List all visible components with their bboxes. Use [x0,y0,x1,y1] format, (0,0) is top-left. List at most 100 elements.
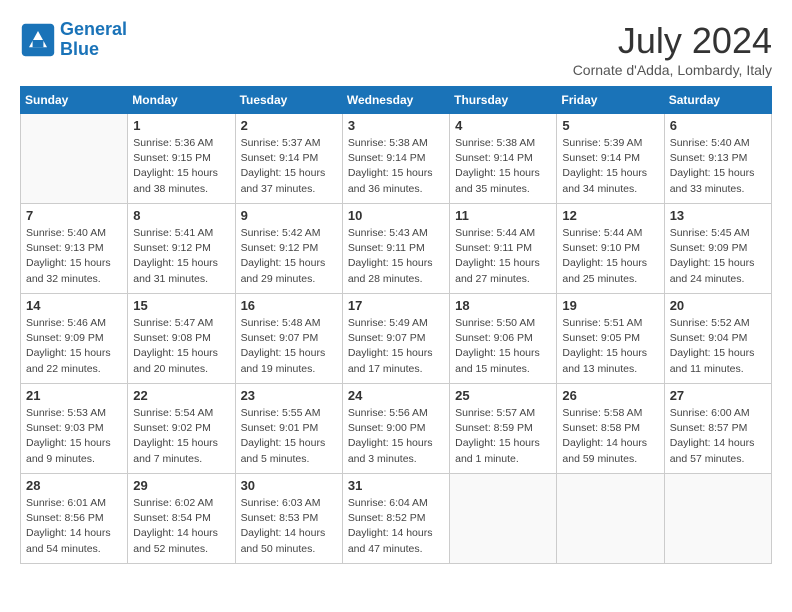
calendar-week-row: 14 Sunrise: 5:46 AMSunset: 9:09 PMDayligh… [21,294,772,384]
logo-text: General Blue [60,20,127,60]
day-number: 9 [241,208,337,223]
calendar-cell [21,114,128,204]
calendar-cell: 5 Sunrise: 5:39 AMSunset: 9:14 PMDaylight… [557,114,664,204]
calendar-cell: 25 Sunrise: 5:57 AMSunset: 8:59 PMDayligh… [450,384,557,474]
weekday-header: Wednesday [342,87,449,114]
calendar-cell: 28Sunrise: 6:01 AMSunset: 8:56 PMDayligh… [21,474,128,564]
calendar-cell: 15Sunrise: 5:47 AMSunset: 9:08 PMDayligh… [128,294,235,384]
day-info: Sunrise: 5:41 AMSunset: 9:12 PMDaylight:… [133,226,229,287]
calendar-cell: 20 Sunrise: 5:52 AMSunset: 9:04 PMDayligh… [664,294,771,384]
day-info: Sunrise: 5:55 AMSunset: 9:01 PMDaylight:… [241,406,337,467]
calendar-cell: 12Sunrise: 5:44 AMSunset: 9:10 PMDayligh… [557,204,664,294]
weekday-header: Thursday [450,87,557,114]
calendar-cell: 21 Sunrise: 5:53 AMSunset: 9:03 PMDayligh… [21,384,128,474]
calendar-cell: 6Sunrise: 5:40 AMSunset: 9:13 PMDaylight… [664,114,771,204]
logo: General Blue [20,20,127,60]
weekday-header: Friday [557,87,664,114]
day-info: Sunrise: 5:46 AMSunset: 9:09 PMDaylight:… [26,316,122,377]
day-number: 18 [455,298,551,313]
calendar-week-row: 21 Sunrise: 5:53 AMSunset: 9:03 PMDayligh… [21,384,772,474]
day-number: 3 [348,118,444,133]
day-info: Sunrise: 5:39 AMSunset: 9:14 PMDaylight:… [562,136,658,197]
day-info: Sunrise: 5:54 AMSunset: 9:02 PMDaylight:… [133,406,229,467]
day-info: Sunrise: 5:52 AMSunset: 9:04 PMDaylight:… [670,316,766,377]
day-number: 17 [348,298,444,313]
calendar-cell: 18 Sunrise: 5:50 AMSunset: 9:06 PMDayligh… [450,294,557,384]
day-info: Sunrise: 5:47 AMSunset: 9:08 PMDaylight:… [133,316,229,377]
calendar-cell: 11 Sunrise: 5:44 AMSunset: 9:11 PMDayligh… [450,204,557,294]
day-number: 20 [670,298,766,313]
calendar-cell: 8 Sunrise: 5:41 AMSunset: 9:12 PMDaylight… [128,204,235,294]
calendar-cell: 31 Sunrise: 6:04 AMSunset: 8:52 PMDayligh… [342,474,449,564]
day-info: Sunrise: 5:38 AMSunset: 9:14 PMDaylight:… [348,136,444,197]
title-block: July 2024 Cornate d'Adda, Lombardy, Ital… [573,20,772,78]
weekday-header: Saturday [664,87,771,114]
day-number: 12 [562,208,658,223]
weekday-header: Sunday [21,87,128,114]
day-number: 21 [26,388,122,403]
day-number: 29 [133,478,229,493]
logo-line1: General [60,19,127,39]
day-info: Sunrise: 6:01 AMSunset: 8:56 PMDaylight:… [26,496,122,557]
calendar-cell: 27 Sunrise: 6:00 AMSunset: 8:57 PMDayligh… [664,384,771,474]
calendar-cell: 30 Sunrise: 6:03 AMSunset: 8:53 PMDayligh… [235,474,342,564]
day-number: 23 [241,388,337,403]
day-info: Sunrise: 5:57 AMSunset: 8:59 PMDaylight:… [455,406,551,467]
day-number: 6 [670,118,766,133]
calendar-cell: 16Sunrise: 5:48 AMSunset: 9:07 PMDayligh… [235,294,342,384]
day-number: 31 [348,478,444,493]
calendar-cell: 10Sunrise: 5:43 AMSunset: 9:11 PMDayligh… [342,204,449,294]
month-title: July 2024 [573,20,772,62]
calendar-cell: 3 Sunrise: 5:38 AMSunset: 9:14 PMDaylight… [342,114,449,204]
calendar-cell: 1 Sunrise: 5:36 AMSunset: 9:15 PMDaylight… [128,114,235,204]
calendar-header: SundayMondayTuesdayWednesdayThursdayFrid… [21,87,772,114]
day-number: 11 [455,208,551,223]
calendar-cell: 7 Sunrise: 5:40 AMSunset: 9:13 PMDaylight… [21,204,128,294]
day-number: 22 [133,388,229,403]
day-info: Sunrise: 6:02 AMSunset: 8:54 PMDaylight:… [133,496,229,557]
day-info: Sunrise: 5:40 AMSunset: 9:13 PMDaylight:… [26,226,122,287]
day-info: Sunrise: 5:50 AMSunset: 9:06 PMDaylight:… [455,316,551,377]
weekday-header: Tuesday [235,87,342,114]
weekday-header: Monday [128,87,235,114]
day-info: Sunrise: 6:03 AMSunset: 8:53 PMDaylight:… [241,496,337,557]
day-info: Sunrise: 5:42 AMSunset: 9:12 PMDaylight:… [241,226,337,287]
day-number: 27 [670,388,766,403]
day-info: Sunrise: 6:04 AMSunset: 8:52 PMDaylight:… [348,496,444,557]
calendar-cell: 23 Sunrise: 5:55 AMSunset: 9:01 PMDayligh… [235,384,342,474]
day-number: 25 [455,388,551,403]
day-number: 30 [241,478,337,493]
calendar-table: SundayMondayTuesdayWednesdayThursdayFrid… [20,86,772,564]
calendar-cell [450,474,557,564]
calendar-cell: 29 Sunrise: 6:02 AMSunset: 8:54 PMDayligh… [128,474,235,564]
day-info: Sunrise: 5:51 AMSunset: 9:05 PMDaylight:… [562,316,658,377]
calendar-cell: 19 Sunrise: 5:51 AMSunset: 9:05 PMDayligh… [557,294,664,384]
day-number: 1 [133,118,229,133]
day-info: Sunrise: 5:43 AMSunset: 9:11 PMDaylight:… [348,226,444,287]
day-info: Sunrise: 5:38 AMSunset: 9:14 PMDaylight:… [455,136,551,197]
calendar-cell: 22 Sunrise: 5:54 AMSunset: 9:02 PMDayligh… [128,384,235,474]
day-number: 14 [26,298,122,313]
day-info: Sunrise: 5:58 AMSunset: 8:58 PMDaylight:… [562,406,658,467]
day-info: Sunrise: 5:45 AMSunset: 9:09 PMDaylight:… [670,226,766,287]
calendar-cell: 17Sunrise: 5:49 AMSunset: 9:07 PMDayligh… [342,294,449,384]
day-number: 5 [562,118,658,133]
calendar-cell [664,474,771,564]
day-info: Sunrise: 5:48 AMSunset: 9:07 PMDaylight:… [241,316,337,377]
day-number: 19 [562,298,658,313]
day-number: 7 [26,208,122,223]
calendar-cell: 26Sunrise: 5:58 AMSunset: 8:58 PMDayligh… [557,384,664,474]
day-number: 8 [133,208,229,223]
weekday-row: SundayMondayTuesdayWednesdayThursdayFrid… [21,87,772,114]
day-info: Sunrise: 5:53 AMSunset: 9:03 PMDaylight:… [26,406,122,467]
calendar-body: 1 Sunrise: 5:36 AMSunset: 9:15 PMDaylight… [21,114,772,564]
calendar-cell: 4 Sunrise: 5:38 AMSunset: 9:14 PMDaylight… [450,114,557,204]
day-info: Sunrise: 5:44 AMSunset: 9:11 PMDaylight:… [455,226,551,287]
calendar-cell: 13Sunrise: 5:45 AMSunset: 9:09 PMDayligh… [664,204,771,294]
calendar-week-row: 7 Sunrise: 5:40 AMSunset: 9:13 PMDaylight… [21,204,772,294]
day-info: Sunrise: 5:36 AMSunset: 9:15 PMDaylight:… [133,136,229,197]
day-info: Sunrise: 6:00 AMSunset: 8:57 PMDaylight:… [670,406,766,467]
day-number: 4 [455,118,551,133]
day-number: 2 [241,118,337,133]
logo-icon [20,22,56,58]
